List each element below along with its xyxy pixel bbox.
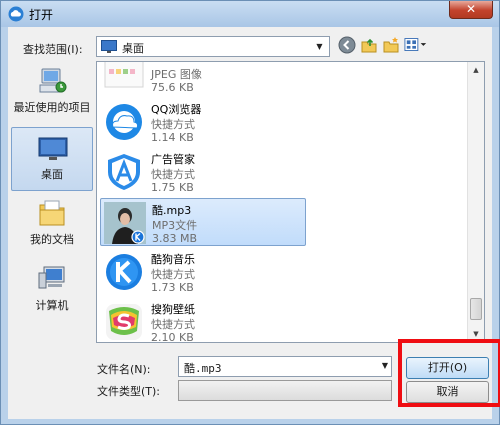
file-name: 搜狗壁纸: [151, 303, 195, 316]
back-icon: [338, 36, 356, 54]
place-my-documents-label: 我的文档: [30, 233, 74, 246]
file-type: 快捷方式: [151, 118, 195, 131]
look-in-value: 桌面: [122, 42, 144, 55]
up-folder-button[interactable]: [360, 36, 380, 56]
file-type-dropdown[interactable]: [178, 380, 392, 401]
file-type: 快捷方式: [151, 268, 195, 281]
recent-items-icon: [39, 68, 67, 93]
place-desktop-label: 桌面: [41, 168, 63, 181]
desktop-icon: [101, 40, 117, 53]
views-menu-icon: [404, 38, 427, 51]
file-size: 1.75 KB: [151, 181, 194, 194]
place-recent-items[interactable]: 最近使用的项目: [11, 61, 93, 125]
place-desktop[interactable]: 桌面: [11, 127, 93, 191]
documents-icon: [39, 200, 65, 226]
places-bar: 最近使用的项目 桌面 我的文档 计算机: [8, 61, 96, 341]
new-folder-icon: [383, 37, 399, 53]
window-title: 打开: [29, 8, 54, 22]
file-name: 酷.mp3: [152, 204, 192, 217]
file-size: 3.83 MB: [152, 232, 198, 245]
close-button[interactable]: ✕: [449, 1, 493, 19]
file-item-ad-manager[interactable]: 广告管家 快捷方式 1.75 KB: [100, 148, 306, 196]
file-size: 75.6 KB: [151, 81, 194, 94]
scrollbar-thumb[interactable]: [470, 298, 482, 320]
qq-browser-icon: [106, 104, 142, 140]
file-item-kugou-music[interactable]: 酷狗音乐 快捷方式 1.73 KB: [100, 248, 306, 296]
mp3-album-art-thumbnail: [104, 202, 146, 244]
app-cloud-icon: [8, 6, 24, 22]
file-type: 快捷方式: [151, 168, 195, 181]
ad-manager-shield-icon: [108, 154, 140, 190]
file-type: MP3文件: [152, 219, 198, 232]
scroll-up-arrow-icon[interactable]: ▲: [468, 62, 484, 78]
file-name: 广告管家: [151, 153, 195, 166]
file-list[interactable]: JPEG 图像 75.6 KB QQ浏览器 快捷方式 1.14 KB 广告管家 …: [96, 61, 485, 343]
back-button[interactable]: [338, 36, 358, 56]
place-computer[interactable]: 计算机: [11, 259, 93, 323]
desktop-icon: [38, 137, 68, 160]
file-type-label: 文件类型(T):: [97, 385, 161, 398]
file-type: JPEG 图像: [151, 68, 202, 81]
file-size: 1.73 KB: [151, 281, 194, 294]
computer-icon: [38, 266, 65, 289]
views-menu-button[interactable]: [404, 36, 430, 56]
place-my-documents[interactable]: 我的文档: [11, 193, 93, 257]
look-in-dropdown[interactable]: 桌面 ▼: [96, 36, 330, 57]
open-file-dialog: 打开 ✕ 查找范围(I): 桌面 ▼ 最近使用的项目 桌面 我的文档 计算机 J…: [0, 0, 500, 425]
file-item-sogou-wallpaper[interactable]: 搜狗壁纸 快捷方式 2.10 KB: [100, 298, 306, 343]
new-folder-button[interactable]: [382, 36, 402, 56]
dialog-body: 查找范围(I): 桌面 ▼ 最近使用的项目 桌面 我的文档 计算机 JPEG 图…: [8, 27, 500, 419]
place-computer-label: 计算机: [35, 299, 69, 312]
kugou-music-icon: [106, 254, 142, 290]
file-name-field[interactable]: 酷.mp3 ▼: [178, 356, 392, 377]
image-thumbnail: [104, 62, 144, 88]
file-item-jpeg[interactable]: JPEG 图像 75.6 KB: [100, 62, 306, 96]
up-folder-icon: [361, 38, 377, 53]
file-item-mp3[interactable]: 酷.mp3 MP3文件 3.83 MB: [100, 198, 306, 246]
file-type: 快捷方式: [151, 318, 195, 331]
file-size: 2.10 KB: [151, 331, 194, 343]
sogou-wallpaper-icon: [106, 304, 142, 340]
file-item-qq-browser[interactable]: QQ浏览器 快捷方式 1.14 KB: [100, 98, 306, 146]
file-name-value: 酷.mp3: [184, 362, 222, 375]
file-name: 酷狗音乐: [151, 253, 195, 266]
chevron-down-icon[interactable]: ▼: [382, 361, 388, 370]
vertical-scrollbar[interactable]: ▲ ▼: [467, 62, 484, 342]
look-in-label: 查找范围(I):: [23, 43, 83, 56]
file-name-label: 文件名(N):: [97, 363, 151, 376]
file-size: 1.14 KB: [151, 131, 194, 144]
chevron-down-icon: ▼: [316, 42, 323, 51]
annotation-highlight-box: [398, 339, 500, 407]
title-bar[interactable]: 打开 ✕: [1, 1, 499, 27]
place-recent-items-label: 最近使用的项目: [13, 101, 91, 114]
file-name: QQ浏览器: [151, 103, 202, 116]
